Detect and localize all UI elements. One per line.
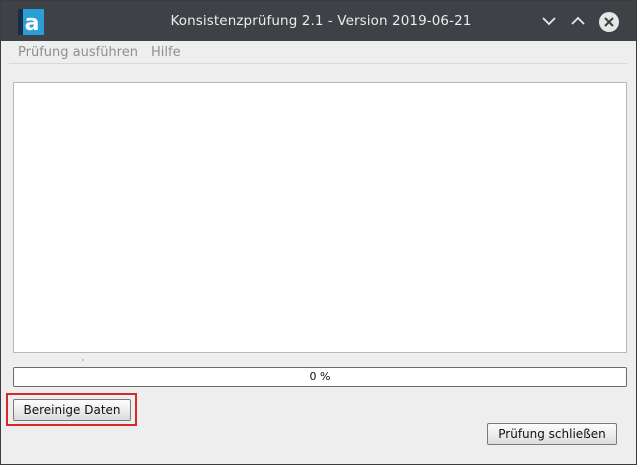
svg-text:a: a: [25, 11, 40, 35]
menu-separator: [9, 63, 627, 64]
chevron-down-icon: [542, 17, 556, 26]
minimize-button[interactable]: [539, 11, 559, 31]
app-logo-icon: a: [18, 9, 44, 36]
progress-label: 0 %: [309, 370, 331, 383]
menu-pruefung-ausfuehren[interactable]: Prüfung ausführen: [18, 45, 138, 60]
clean-data-button[interactable]: Bereinige Daten: [13, 399, 131, 421]
close-window-button[interactable]: [598, 11, 620, 33]
main-window: a Konsistenzprüfung 2.1 - Version 2019-0…: [0, 0, 637, 465]
log-output-area[interactable]: [13, 82, 627, 353]
close-icon: [599, 12, 619, 32]
progress-bar: 0 %: [13, 367, 627, 387]
menu-hilfe[interactable]: Hilfe: [151, 45, 181, 60]
maximize-button[interactable]: [568, 11, 588, 31]
menu-bar: Prüfung ausführen Hilfe: [1, 41, 636, 63]
window-title: Konsistenzprüfung 2.1 - Version 2019-06-…: [170, 13, 472, 29]
resize-handle[interactable]: [82, 359, 84, 361]
title-bar[interactable]: a Konsistenzprüfung 2.1 - Version 2019-0…: [1, 1, 636, 41]
close-check-button[interactable]: Prüfung schließen: [487, 423, 617, 445]
chevron-up-icon: [571, 16, 585, 25]
